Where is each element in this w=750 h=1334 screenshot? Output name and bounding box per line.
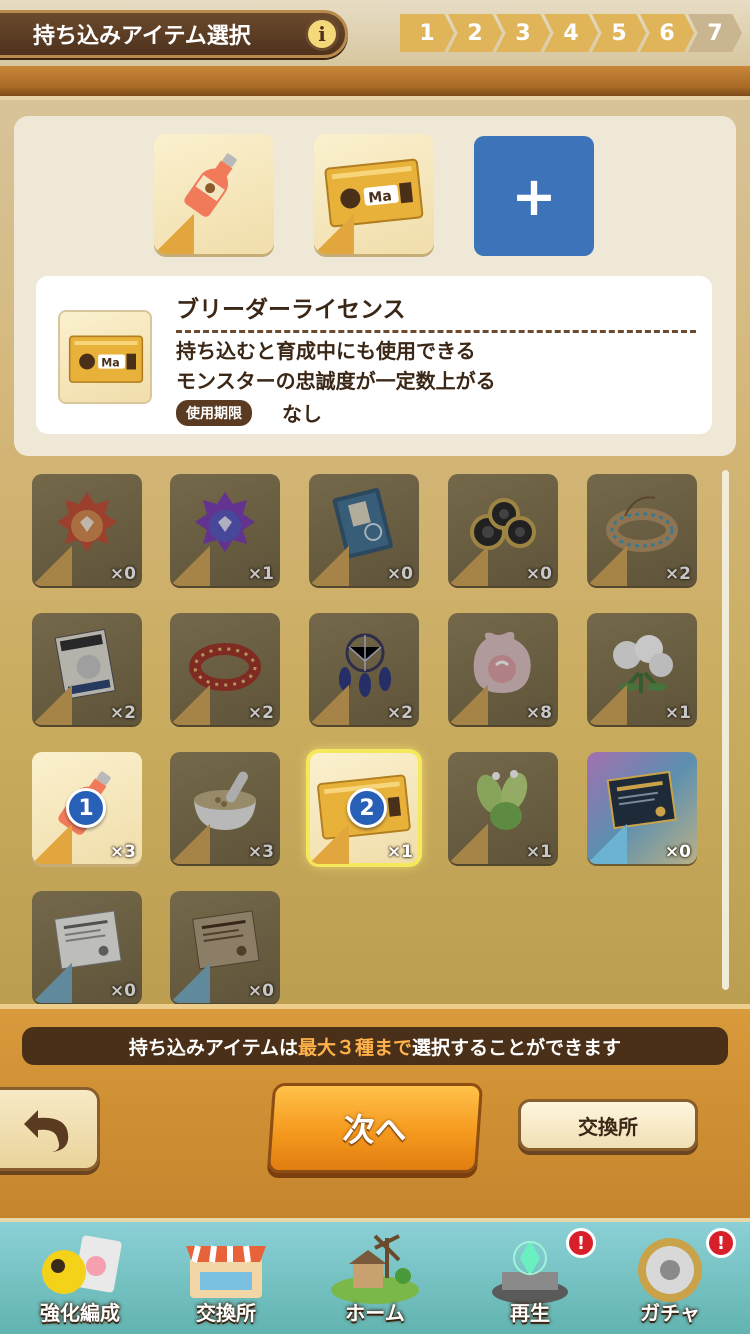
info-button[interactable]: i [305, 17, 339, 51]
item-count: ×2 [664, 564, 691, 584]
breeder-license-icon: Ma [68, 335, 144, 383]
item-count: ×0 [664, 842, 691, 862]
bottom-navigation: 強化編成 交換所 ホーム ! 再生 ! ガチャ [0, 1218, 750, 1334]
item-count: ×1 [525, 842, 552, 862]
slot-corner [314, 214, 354, 254]
item-leaves[interactable]: ×1 [448, 752, 558, 864]
item-description: 持ち込むと育成中にも使用できる モンスターの忠誠度が一定数上がる [176, 336, 496, 396]
page-title-plate: 持ち込みアイテム選択 i [0, 10, 348, 58]
step-6: 6 [640, 14, 694, 52]
item-count: ×1 [247, 564, 274, 584]
item-count: ×0 [109, 564, 136, 584]
selection-order-badge: 2 [347, 788, 387, 828]
nav-item-gacha[interactable]: ! ガチャ [600, 1228, 740, 1334]
item-certificate-dark[interactable]: ×0 [587, 752, 697, 864]
nav-item-enhance[interactable]: 強化編成 [10, 1232, 150, 1334]
plus-icon: + [511, 164, 557, 228]
item-magazine[interactable]: ×2 [32, 613, 142, 725]
item-name: ブリーダーライセンス [176, 290, 696, 333]
step-progress: 1 2 3 4 5 6 7 [400, 14, 742, 52]
item-book[interactable]: ×0 [309, 474, 419, 586]
item-count: ×2 [386, 703, 413, 723]
exchange-label: 交換所 [578, 1114, 638, 1139]
item-count: ×1 [386, 842, 413, 862]
hint-text-suffix: 選択することができます [412, 1036, 622, 1059]
nav-item-regenerate[interactable]: ! 再生 [460, 1228, 600, 1334]
item-grain-bowl[interactable]: ×3 [170, 752, 280, 864]
item-red-collar[interactable]: ×2 [170, 613, 280, 725]
nav-label: 交換所 [196, 1301, 256, 1325]
item-count: ×0 [247, 981, 274, 1001]
step-2: 2 [448, 14, 502, 52]
selected-slot-2[interactable]: Ma [314, 134, 434, 254]
item-detail-card: Ma ブリーダーライセンス 持ち込むと育成中にも使用できる モンスターの忠誠度が… [36, 276, 712, 434]
hint-text-prefix: 持ち込みアイテムは [128, 1036, 299, 1059]
item-gears[interactable]: ×0 [448, 474, 558, 586]
selected-slot-1[interactable] [154, 134, 274, 254]
item-bead-bracelet[interactable]: ×2 [587, 474, 697, 586]
step-7: 7 [688, 14, 742, 52]
next-label: 次へ [341, 1111, 409, 1149]
item-count: ×0 [525, 564, 552, 584]
step-3: 3 [496, 14, 550, 52]
item-document-white[interactable]: ×0 [32, 891, 142, 1003]
slot-corner [154, 214, 194, 254]
item-white-flowers[interactable]: ×1 [587, 613, 697, 725]
notification-badge: ! [706, 1228, 736, 1258]
svg-text:Ma: Ma [368, 188, 393, 206]
nav-label: 強化編成 [40, 1301, 120, 1325]
expiry-value: なし [282, 402, 322, 426]
back-button[interactable] [0, 1087, 100, 1171]
item-count: ×2 [109, 703, 136, 723]
item-count: ×3 [109, 842, 136, 862]
page-title: 持ち込みアイテム選択 [33, 24, 251, 49]
item-red-fruit[interactable]: ×0 [32, 474, 142, 586]
nav-item-home[interactable]: ホーム [305, 1232, 445, 1334]
add-item-slot-button[interactable]: + [474, 136, 594, 256]
exchange-shop-button[interactable]: 交換所 [518, 1099, 698, 1151]
item-breeder-license[interactable]: 2 ×1 [306, 749, 422, 867]
nav-label: ホーム [345, 1301, 405, 1325]
item-count: ×0 [109, 981, 136, 1001]
selection-hint: 持ち込みアイテムは 最大３種まで 選択することができます [22, 1027, 728, 1065]
item-meat-bag[interactable]: ×8 [448, 613, 558, 725]
item-count: ×0 [386, 564, 413, 584]
expiry-label: 使用期限 [176, 400, 252, 426]
step-1: 1 [400, 14, 454, 52]
action-panel: 持ち込みアイテムは 最大３種まで 選択することができます 次へ 交換所 [0, 1004, 750, 1218]
header-bar: 持ち込みアイテム選択 i 1 2 3 4 5 6 7 [0, 0, 750, 100]
info-icon: i [318, 22, 326, 46]
item-document-brown[interactable]: ×0 [170, 891, 280, 1003]
item-description-line-2: モンスターの忠誠度が一定数上がる [176, 369, 496, 393]
item-count: ×3 [247, 842, 274, 862]
header-wood-bar [0, 66, 750, 100]
nav-label: ガチャ [640, 1301, 700, 1325]
item-bottle[interactable]: 1 ×3 [32, 752, 142, 864]
item-count: ×8 [525, 703, 552, 723]
item-description-line-1: 持ち込むと育成中にも使用できる [176, 339, 476, 363]
nav-item-exchange[interactable]: 交換所 [156, 1232, 296, 1334]
selection-order-badge: 1 [66, 788, 106, 828]
bottle-icon [184, 153, 237, 217]
item-count: ×2 [247, 703, 274, 723]
next-button[interactable]: 次へ [266, 1083, 484, 1173]
item-grid: ×0 ×1 ×0 ×0 ×2 ×2 ×2 ×2 ×8 ×1 1 ×3 ×3 2 … [32, 474, 712, 1004]
step-5: 5 [592, 14, 646, 52]
item-purple-fruit[interactable]: ×1 [170, 474, 280, 586]
back-arrow-icon [24, 1110, 69, 1152]
item-dreamcatcher[interactable]: ×2 [309, 613, 419, 725]
item-count: ×1 [664, 703, 691, 723]
detail-thumbnail: Ma [58, 310, 152, 404]
step-4: 4 [544, 14, 598, 52]
svg-text:Ma: Ma [101, 356, 119, 369]
nav-label: 再生 [510, 1301, 550, 1325]
selected-items-panel: Ma + Ma ブリーダーライセンス 持ち込むと育成中にも使用できる モンスター… [14, 116, 736, 456]
hint-text-highlight: 最大３種まで [298, 1036, 413, 1059]
notification-badge: ! [566, 1228, 596, 1258]
item-grid-scrollbar[interactable] [722, 470, 729, 990]
